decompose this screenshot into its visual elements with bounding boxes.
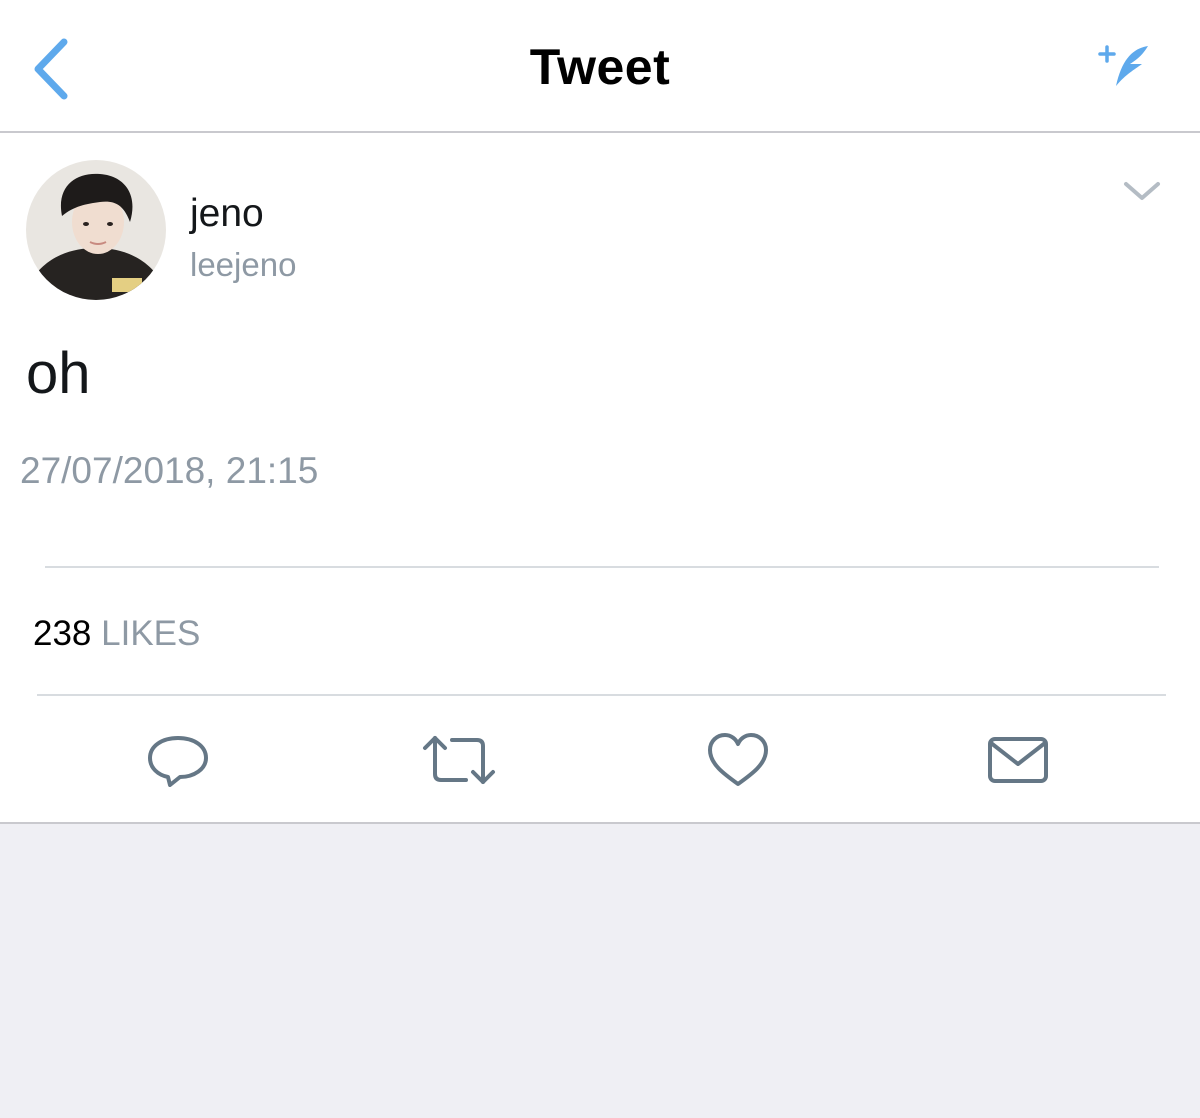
divider	[45, 566, 1159, 568]
page-title: Tweet	[529, 39, 671, 95]
empty-background-area	[0, 824, 1200, 1118]
user-display-name[interactable]: jeno	[190, 192, 264, 236]
direct-message-button[interactable]	[986, 730, 1050, 790]
likes-count[interactable]: 238 LIKES	[33, 614, 200, 654]
retweet-button[interactable]	[422, 730, 496, 790]
compose-tweet-button[interactable]	[1096, 40, 1154, 92]
tweet-detail-card: Tweet jeno leejeno oh 27/07/2018, 21:15	[0, 0, 1200, 824]
reply-icon	[148, 736, 208, 787]
retweet-icon	[423, 736, 495, 784]
tweet-options-button[interactable]	[1120, 176, 1164, 206]
heart-icon	[708, 733, 768, 786]
reply-button[interactable]	[146, 730, 210, 790]
tweet-timestamp: 27/07/2018, 21:15	[20, 450, 319, 491]
avatar[interactable]	[26, 160, 166, 300]
user-handle[interactable]: leejeno	[190, 246, 296, 284]
tweet-text: oh	[26, 341, 91, 406]
compose-feather-icon	[1098, 45, 1148, 86]
profile-photo-icon	[26, 160, 166, 300]
likes-number: 238	[33, 614, 92, 653]
likes-label: LIKES	[101, 614, 201, 653]
navigation-bar: Tweet	[0, 0, 1200, 133]
divider	[37, 694, 1166, 696]
chevron-down-icon	[1124, 182, 1160, 200]
like-button[interactable]	[706, 730, 770, 790]
direct-message-icon	[988, 737, 1048, 783]
